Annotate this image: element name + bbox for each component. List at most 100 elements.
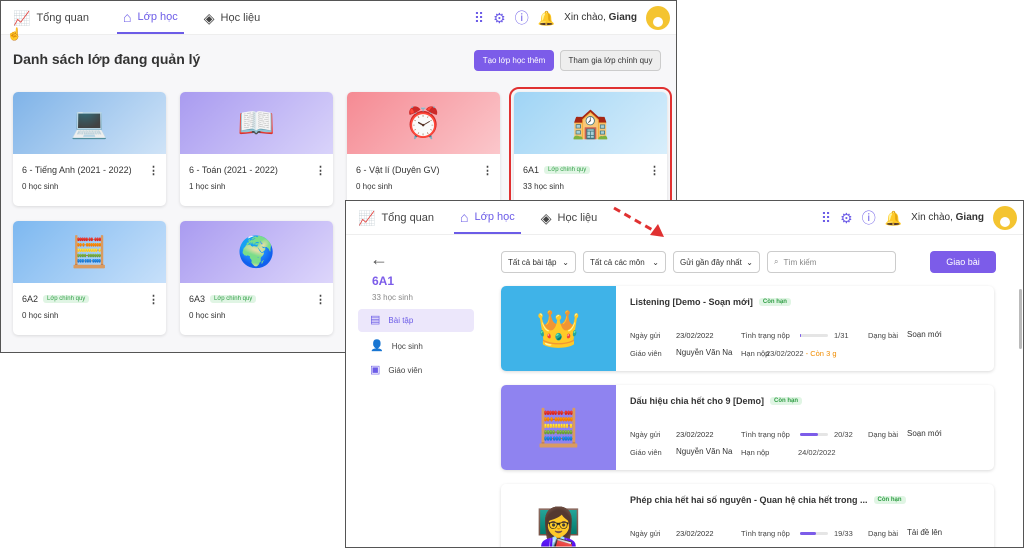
filter-subjects-select[interactable]: Tất cả các môn ⌄ xyxy=(583,251,666,273)
bell-icon[interactable]: 🔔 xyxy=(885,211,902,225)
create-class-button[interactable]: Tạo lớp học thêm xyxy=(474,50,554,71)
assignment-card[interactable]: 👩‍🏫 Phép chia hết hai số nguyên - Quan h… xyxy=(501,484,994,547)
class-card[interactable]: 📖 6 - Toán (2021 - 2022) 1 học sinh ⋮ xyxy=(180,92,333,206)
tab-overview[interactable]: 📈 Tổng quan xyxy=(352,201,440,234)
scrollbar[interactable] xyxy=(1019,289,1022,349)
filter-label: Gửi gần đây nhất xyxy=(680,257,742,267)
teacher-name: Nguyễn Văn Na xyxy=(676,348,733,357)
class-title: 6A3 Lớp chính quy xyxy=(189,294,257,304)
gear-icon[interactable]: ⚙ xyxy=(840,211,853,225)
class-name: 6 - Vật lí (Duyên GV) xyxy=(356,165,440,175)
crown-icon: 👑 xyxy=(501,286,616,371)
tab-label: Lớp học xyxy=(474,210,515,223)
user-icon: 👤 xyxy=(370,340,384,352)
teacher-name: Nguyễn Văn Na xyxy=(676,447,733,456)
more-menu-icon[interactable]: ⋮ xyxy=(315,293,326,306)
sidebar-item-teachers[interactable]: ▣ Giáo viên xyxy=(358,359,474,382)
sort-select[interactable]: Gửi gần đây nhất ⌄ xyxy=(673,251,760,273)
class-name: 6 - Toán (2021 - 2022) xyxy=(189,165,278,175)
tab-classes[interactable]: ⌂ Lớp học xyxy=(454,201,521,234)
more-menu-icon[interactable]: ⋮ xyxy=(649,164,660,177)
assign-button[interactable]: Giao bài xyxy=(930,251,996,273)
assignment-name: Dấu hiệu chia hết cho 9 [Demo] xyxy=(630,396,765,406)
type-label: Dạng bài xyxy=(868,529,899,538)
tab-materials[interactable]: ◈ Học liệu xyxy=(198,1,267,34)
apps-grid-icon[interactable]: ⠿ xyxy=(821,211,831,225)
classroom-board-icon: 🏫 xyxy=(514,92,667,154)
class-name: 6A2 xyxy=(22,294,39,304)
sent-label: Ngày gửi xyxy=(630,430,661,439)
class-card[interactable]: ⏰ 6 - Vật lí (Duyên GV) 0 học sinh ⋮ xyxy=(347,92,500,206)
globe-books-icon: 🌍 xyxy=(180,221,333,283)
tab-classes[interactable]: ⌂ Lớp học xyxy=(117,1,184,34)
search-input[interactable]: ⌕ Tìm kiếm xyxy=(767,251,896,273)
sent-date: 23/02/2022 xyxy=(676,331,714,340)
filter-assignments-select[interactable]: Tất cả bài tập ⌄ xyxy=(501,251,576,273)
join-class-button[interactable]: Tham gia lớp chính quy xyxy=(560,50,661,71)
chart-icon: 📈 xyxy=(13,9,31,26)
class-card[interactable]: 💻 6 - Tiếng Anh (2021 - 2022) 0 học sinh… xyxy=(13,92,166,206)
cursor-icon: ☝ xyxy=(7,27,22,41)
help-icon[interactable]: ⓘ xyxy=(515,11,529,25)
assignment-title: Phép chia hết hai số nguyên - Quan hệ ch… xyxy=(630,495,906,505)
bell-icon[interactable]: 🔔 xyxy=(538,11,555,25)
sidebar-item-assignments[interactable]: ▤ Bài tập xyxy=(358,309,474,332)
status-label: Tình trạng nộp xyxy=(741,430,790,439)
type-value: Tải đề lên xyxy=(907,528,943,537)
class-title: 6 - Vật lí (Duyên GV) xyxy=(356,165,440,175)
greeting: Xin chào, Giang xyxy=(564,12,637,23)
avatar[interactable] xyxy=(646,5,670,30)
search-placeholder: Tìm kiếm xyxy=(783,257,817,267)
apps-grid-icon[interactable]: ⠿ xyxy=(474,11,484,25)
submission-count: 20/32 xyxy=(834,430,853,439)
tab-materials[interactable]: ◈ Học liệu xyxy=(535,201,604,234)
type-label: Dạng bài xyxy=(868,430,899,439)
greeting-text: Xin chào, xyxy=(564,12,606,23)
teacher-label: Giáo viên xyxy=(630,349,662,358)
user-name: Giang xyxy=(955,212,984,223)
due-value: 23/02/2022 - Còn 3 g xyxy=(766,349,856,358)
gear-icon[interactable]: ⚙ xyxy=(493,11,506,25)
assignment-card[interactable]: 👑 Listening [Demo - Soạn mới] Còn hạn Ngà… xyxy=(501,286,994,371)
class-card-highlighted[interactable]: 🏫 6A1 Lớp chính quy 33 học sinh ⋮ xyxy=(509,87,672,211)
class-card[interactable]: 🌍 6A3 Lớp chính quy 0 học sinh ⋮ xyxy=(180,221,333,335)
chevron-down-icon: ⌄ xyxy=(746,257,753,267)
more-menu-icon[interactable]: ⋮ xyxy=(315,164,326,177)
chevron-down-icon: ⌄ xyxy=(562,257,569,267)
tab-label: Tổng quan xyxy=(381,211,435,224)
clipboard-icon: ▤ xyxy=(370,314,381,326)
classroom-online-icon: 💻 xyxy=(13,92,166,154)
more-menu-icon[interactable]: ⋮ xyxy=(482,164,493,177)
student-count: 1 học sinh xyxy=(189,182,226,191)
avatar[interactable] xyxy=(993,205,1017,230)
class-detail-window: 📈 Tổng quan ⌂ Lớp học ◈ Học liệu ⠿ ⚙ ⓘ 🔔… xyxy=(345,200,1024,548)
more-menu-icon[interactable]: ⋮ xyxy=(148,293,159,306)
filter-label: Tất cả bài tập xyxy=(508,257,557,267)
help-icon[interactable]: ⓘ xyxy=(862,211,876,225)
class-title: 6 - Toán (2021 - 2022) xyxy=(189,165,278,175)
status-badge: Lớp chính quy xyxy=(544,166,591,174)
sidebar-item-students[interactable]: 👤 Học sinh xyxy=(358,335,474,358)
status-label: Tình trạng nộp xyxy=(741,529,790,538)
student-count: 33 học sinh xyxy=(372,293,413,302)
teacher-label: Giáo viên xyxy=(630,448,662,457)
sidebar-item-label: Bài tập xyxy=(388,316,414,325)
back-arrow-icon[interactable]: ← xyxy=(370,249,388,270)
more-menu-icon[interactable]: ⋮ xyxy=(148,164,159,177)
sent-label: Ngày gửi xyxy=(630,529,661,538)
search-icon: ⌕ xyxy=(774,257,779,266)
class-card[interactable]: 🧮 6A2 Lớp chính quy 0 học sinh ⋮ xyxy=(13,221,166,335)
alarm-clock-icon: ⏰ xyxy=(347,92,500,154)
tab-label: Học liệu xyxy=(220,11,261,24)
chart-icon: 📈 xyxy=(358,209,376,226)
assignment-card[interactable]: 🧮 Dấu hiệu chia hết cho 9 [Demo] Còn hạn … xyxy=(501,385,994,470)
tab-label: Tổng quan xyxy=(36,11,90,24)
sent-date: 23/02/2022 xyxy=(676,430,714,439)
type-value: Soạn mới xyxy=(907,429,942,438)
class-name: 6 - Tiếng Anh (2021 - 2022) xyxy=(22,165,132,175)
due-date: 23/02/2022 xyxy=(766,349,804,358)
top-nav: 📈 Tổng quan ⌂ Lớp học ◈ Học liệu ⠿ ⚙ ⓘ 🔔… xyxy=(1,1,676,35)
status-badge: Lớp chính quy xyxy=(210,295,257,303)
submission-progress xyxy=(800,532,828,535)
sent-label: Ngày gửi xyxy=(630,331,661,340)
